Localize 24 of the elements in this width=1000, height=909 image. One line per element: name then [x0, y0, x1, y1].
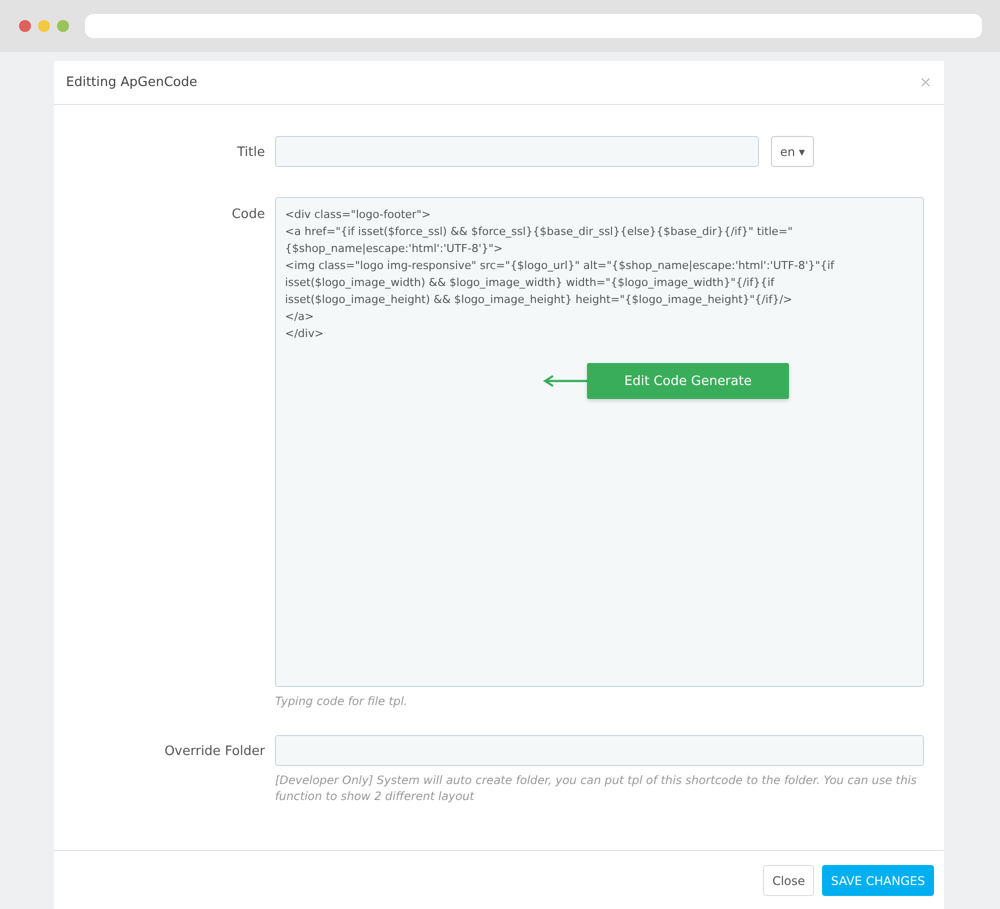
code-line: <img class="logo img-responsive" src="{$logo_url}" alt="{$shop_name|escape:'html':'UTF-8'}"{if isset($logo_image_width) && $logo_image_width} width="{$logo_image_width}"{/if}{if isset($logo_image_height) && $logo_image_height} height="{$logo_image_height}"{/if}/>: [285, 258, 836, 308]
code-line: </div>: [285, 326, 325, 342]
modal-title: Editting ApGenCode: [66, 74, 198, 92]
field-label: Code: [232, 207, 265, 222]
edit-code-generate-button[interactable]: Edit Code Generate: [587, 363, 789, 399]
title-field[interactable]: [275, 136, 759, 167]
close-button[interactable]: Close: [763, 865, 814, 896]
window-close-dot[interactable]: [19, 20, 31, 32]
help-text: [Developer Only] System will auto create folder, you can put tpl of this shortcode to the folder. You can use this function to show 2 different layout: [275, 772, 918, 804]
help-text: Typing code for file tpl.: [275, 693, 408, 709]
save-button[interactable]: SAVE CHANGES: [822, 865, 934, 896]
code-line: </a>: [285, 309, 315, 325]
window-maximize-dot[interactable]: [57, 20, 69, 32]
language-dropdown[interactable]: en ▾: [771, 136, 814, 167]
field-label: Override Folder: [164, 744, 265, 759]
close-button[interactable]: ×: [919, 71, 932, 94]
arrow-icon: [543, 375, 587, 387]
folder-field[interactable]: [275, 735, 924, 766]
code-line: <div class="logo-footer">: [285, 207, 432, 223]
address-bar[interactable]: [85, 14, 982, 38]
window-minimize-dot[interactable]: [38, 20, 50, 32]
field-label: Title: [237, 145, 265, 160]
code-field[interactable]: [275, 197, 924, 687]
code-line: <a href="{if isset($force_ssl) && $force_ssl}{$base_dir_ssl}{else}{$base_dir}{/if}" title="{$shop_name|escape:'html':'UTF-8'}">: [285, 224, 794, 257]
